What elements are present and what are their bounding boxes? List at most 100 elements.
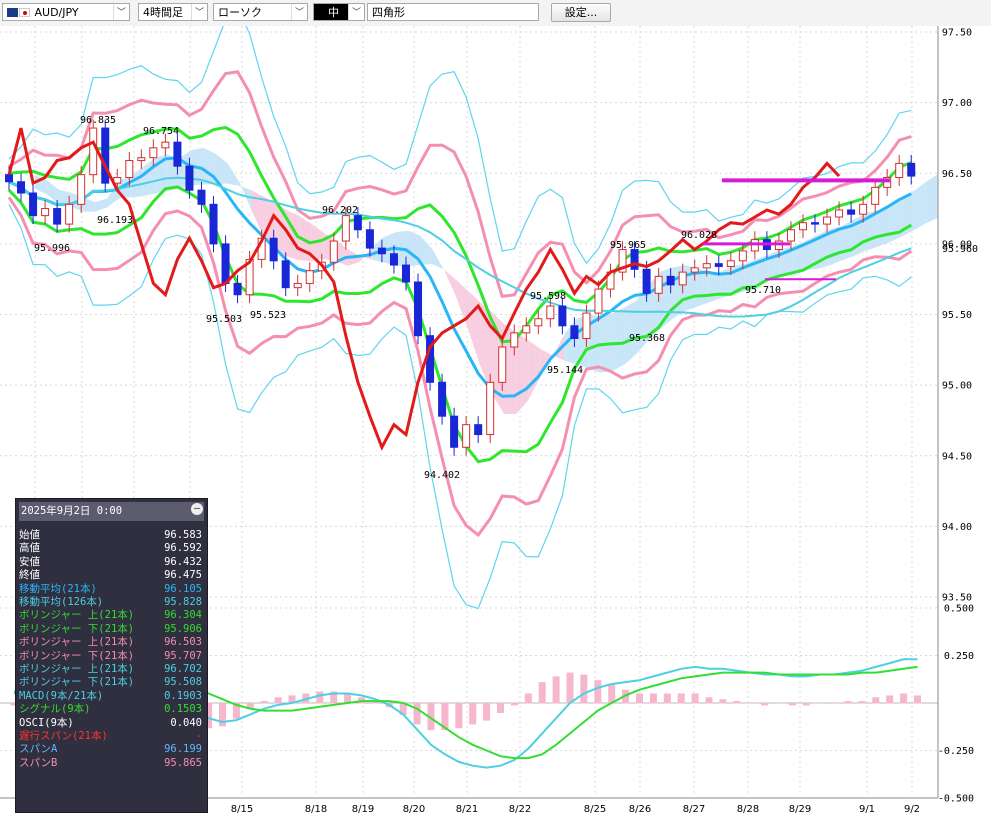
interval-select[interactable]: 4時間足 ﹀ [138,3,208,21]
candle-body [5,174,13,183]
x-tick-label: 8/19 [352,804,374,815]
info-row-label: ボリンジャー 上(21本) [19,636,135,649]
candle-body [281,260,290,289]
info-row-label: 安値 [19,555,40,568]
y-tick-label: 93.50 [942,593,972,604]
interval-label: 4時間足 [143,6,183,19]
chevron-down-icon[interactable]: ﹀ [291,4,307,20]
cloud-segment [612,307,625,371]
candle-body [654,275,663,294]
x-tick-label: 8/20 [403,804,425,815]
osci-bar [274,697,282,704]
info-row-label: 始値 [19,529,40,541]
info-row-label: ボリンジャー 上(21本) [19,609,135,622]
candle-body [714,263,723,267]
chevron-down-icon[interactable]: ﹀ [191,4,207,20]
info-row: 遅行スパン(21本) - [19,730,204,743]
info-row-value: 96.592 [164,542,202,555]
candle-body [895,162,904,178]
price-annotation: 95.503 [206,314,242,325]
price-annotation: 96.835 [80,115,116,126]
info-row: シグナル(9本) 0.1503 [19,703,204,716]
candle-body [486,381,495,436]
osci-bar [510,703,518,706]
candle-body [269,237,278,262]
candle-body [41,208,50,217]
info-row: ボリンジャー 下(21本) 95.508 [19,676,204,689]
info-row: ボリンジャー 上(21本) 96.503 [19,636,204,649]
info-row-label: 移動平均(126本) [19,596,104,608]
candle-body [726,260,735,267]
candle-body [534,318,543,327]
info-row-value: 96.583 [164,529,202,541]
chevron-down-icon[interactable]: ﹀ [113,4,129,20]
candle-body [197,189,206,205]
candle-body [546,305,555,320]
price-annotation: 94.402 [424,470,460,481]
candle-body [666,275,675,286]
info-row: スパンB 95.865 [19,757,204,770]
price-annotation: 95.368 [629,333,665,344]
macd-tick-label: -0.250 [938,746,974,757]
candle-body [389,253,398,266]
chart-style-select[interactable]: ローソク ﹀ [213,3,308,21]
x-tick-label: 8/22 [509,804,531,815]
shape-select[interactable]: 四角形 [367,3,539,21]
info-row-label: スパンA [19,743,58,756]
info-row: 移動平均(21本) 96.105 [19,583,204,596]
minimize-icon[interactable]: – [191,503,203,515]
candle-body [474,424,483,436]
symbol-select[interactable]: AUD/JPY ﹀ [2,3,130,21]
size-select[interactable]: 中 ﹀ [313,3,365,21]
osci-bar [260,701,268,704]
macd-tick-label: 0.250 [944,651,974,662]
osci-bar [733,701,741,704]
osci-bar [788,703,796,706]
info-row: OSCI(9本) 0.040 [19,717,204,730]
info-panel: 2025年9月2日 0:00 – 始値 96.583 高値 96.592 安値 96.43… [15,498,208,813]
info-row-value: 96.304 [164,609,202,622]
info-row-label: MACD(9本/21本) [19,689,104,702]
info-datetime: 2025年9月2日 0:00 [19,502,204,521]
osci-bar [316,691,324,704]
candle-body [823,216,832,225]
price-annotation: 95.965 [610,240,646,251]
y-tick-label: 95.50 [942,310,972,321]
x-tick-label: 8/21 [456,804,478,815]
info-row: ボリンジャー 下(21本) 95.906 [19,623,204,636]
settings-button[interactable]: 設定... [551,3,611,22]
osci-bar [483,703,491,721]
osci-bar [844,701,852,704]
y-tick-label: 96.50 [942,169,972,180]
candle-body [630,249,639,270]
info-row-value: 95.707 [164,649,202,662]
info-row-label: 高値 [19,542,40,555]
info-row: MACD(9本/21本) 0.1903 [19,690,204,703]
osci-bar [636,693,643,704]
candle-body [522,325,531,334]
osci-bar [538,682,546,704]
candle-body [811,222,820,225]
candle-body [221,243,230,284]
y-tick-label: 97.00 [942,98,972,109]
osci-bar [719,699,727,704]
y-tick-label: 94.50 [942,451,972,462]
symbol-label: AUD/JPY [34,6,79,19]
osci-bar [580,674,588,704]
jp-flag-icon [19,8,30,17]
candle-body [365,229,374,249]
candle-body [293,282,302,289]
candle-body [702,263,711,269]
info-row-value: 0.1903 [164,689,202,702]
price-annotation: 95.523 [250,310,286,321]
candle-body [414,281,423,337]
candle-body [678,271,687,286]
osci-bar [705,697,713,704]
x-tick-label: 8/26 [629,804,651,815]
chevron-down-icon[interactable]: ﹀ [348,4,364,20]
candle-body [53,208,62,225]
osci-bar [816,703,824,704]
x-tick-label: 8/27 [683,804,705,815]
info-row-label: シグナル(9本) [19,703,91,716]
osci-bar [663,693,671,704]
